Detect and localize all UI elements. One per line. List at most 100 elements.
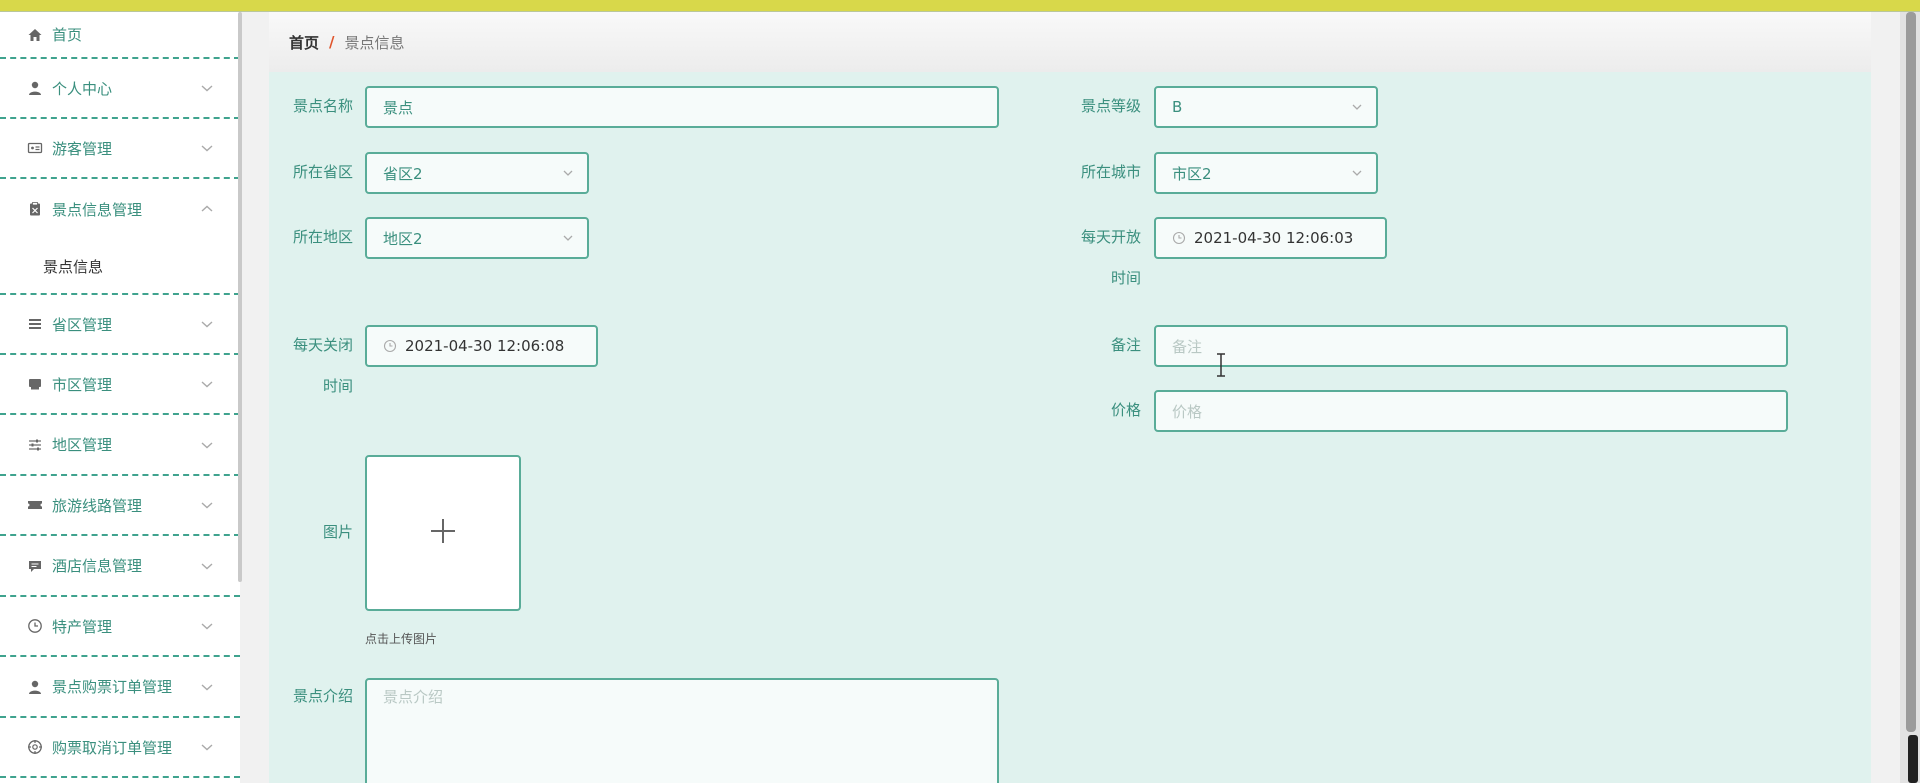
image-upload-button[interactable] bbox=[365, 455, 521, 611]
city-label: 所在城市 bbox=[1080, 163, 1141, 181]
sidebar-item-label: 首页 bbox=[52, 26, 83, 44]
chevron-down-icon bbox=[1350, 166, 1364, 180]
chevron-down-icon bbox=[198, 375, 216, 393]
target-icon bbox=[26, 738, 44, 756]
sidebar-item-label: 景点信息管理 bbox=[52, 200, 143, 219]
building-icon bbox=[26, 375, 44, 393]
sliders-icon bbox=[26, 436, 44, 454]
name-value: 景点 bbox=[383, 98, 414, 117]
chevron-down-icon bbox=[198, 139, 216, 157]
breadcrumb-home-link[interactable]: 首页 bbox=[289, 32, 319, 53]
chevron-down-icon bbox=[561, 166, 575, 180]
chevron-down-icon bbox=[561, 231, 575, 245]
chevron-down-icon bbox=[198, 678, 216, 696]
intro-placeholder: 景点介绍 bbox=[383, 688, 444, 706]
sidebar-item-attraction-management[interactable]: 景点信息管理 bbox=[0, 179, 240, 239]
list-icon bbox=[26, 315, 44, 333]
level-value: B bbox=[1172, 98, 1183, 116]
sidebar-item-label: 省区管理 bbox=[52, 315, 113, 334]
close-time-value: 2021-04-30 12:06:08 bbox=[405, 337, 565, 355]
price-placeholder: 价格 bbox=[1172, 402, 1203, 421]
province-label: 所在省区 bbox=[292, 163, 353, 181]
province-select[interactable]: 省区2 bbox=[365, 152, 589, 194]
close-time-label-line1: 每天关闭 bbox=[292, 336, 353, 354]
remark-input[interactable]: 备注 bbox=[1154, 325, 1788, 367]
clock-icon bbox=[383, 339, 397, 353]
chevron-down-icon bbox=[198, 79, 216, 97]
close-time-picker[interactable]: 2021-04-30 12:06:08 bbox=[365, 325, 598, 367]
chevron-down-icon bbox=[198, 436, 216, 454]
province-value: 省区2 bbox=[383, 164, 423, 183]
sidebar-item-district-management[interactable]: 地区管理 bbox=[0, 415, 240, 476]
sidebar-subitem-label: 景点信息 bbox=[43, 257, 104, 276]
message-icon bbox=[26, 557, 44, 575]
sidebar-item-visitor-management[interactable]: 游客管理 bbox=[0, 119, 240, 179]
remark-label: 备注 bbox=[1110, 336, 1141, 354]
user-icon bbox=[26, 678, 44, 696]
breadcrumb: 首页 / 景点信息 bbox=[269, 12, 1871, 72]
level-select[interactable]: B bbox=[1154, 86, 1378, 128]
chevron-down-icon bbox=[198, 617, 216, 635]
chevron-down-icon bbox=[1350, 100, 1364, 114]
page-scrollbar-thumb[interactable] bbox=[1906, 12, 1916, 732]
id-card-icon bbox=[26, 139, 44, 157]
sidebar-item-personal-center[interactable]: 个人中心 bbox=[0, 59, 240, 119]
sidebar-item-ticket-order-management[interactable]: 景点购票订单管理 bbox=[0, 657, 240, 718]
sidebar-item-cancel-order-management[interactable]: 购票取消订单管理 bbox=[0, 718, 240, 778]
price-label: 价格 bbox=[1110, 401, 1141, 419]
chevron-down-icon bbox=[198, 496, 216, 514]
open-time-label-line1: 每天开放 bbox=[1080, 228, 1141, 246]
sidebar-item-label: 酒店信息管理 bbox=[52, 557, 143, 575]
clock-icon bbox=[1172, 231, 1186, 245]
close-time-label-line2: 时间 bbox=[322, 377, 353, 395]
district-value: 地区2 bbox=[383, 229, 423, 248]
breadcrumb-separator: / bbox=[329, 33, 335, 51]
city-select[interactable]: 市区2 bbox=[1154, 152, 1378, 194]
clock-icon bbox=[26, 617, 44, 635]
chevron-down-icon bbox=[198, 738, 216, 756]
name-label: 景点名称 bbox=[292, 97, 353, 115]
district-label: 所在地区 bbox=[292, 228, 353, 246]
attraction-form: 景点名称 景点 景点等级 B 所在省区 省区2 所在城市 市区2 所在地区 地区… bbox=[269, 72, 1871, 783]
plus-icon bbox=[429, 517, 457, 549]
open-time-value: 2021-04-30 12:06:03 bbox=[1194, 229, 1354, 247]
level-label: 景点等级 bbox=[1080, 97, 1141, 115]
sidebar-item-home[interactable]: 首页 bbox=[0, 12, 240, 59]
sidebar-item-hotel-management[interactable]: 酒店信息管理 bbox=[0, 536, 240, 597]
remark-placeholder: 备注 bbox=[1172, 337, 1203, 356]
breadcrumb-current: 景点信息 bbox=[344, 33, 405, 52]
sidebar-item-label: 景点购票订单管理 bbox=[52, 678, 173, 696]
sidebar: 首页 个人中心 游客管理 景点信息管理 景点信息 省区管理 市区管理 地区管理 … bbox=[0, 12, 240, 783]
sidebar-item-label: 市区管理 bbox=[52, 375, 113, 394]
intro-label: 景点介绍 bbox=[292, 687, 353, 705]
open-time-picker[interactable]: 2021-04-30 12:06:03 bbox=[1154, 217, 1387, 259]
sidebar-item-label: 个人中心 bbox=[52, 79, 113, 98]
chevron-down-icon bbox=[198, 557, 216, 575]
sidebar-item-label: 购票取消订单管理 bbox=[52, 738, 173, 757]
page-scrollbar-end bbox=[1908, 735, 1918, 783]
sidebar-item-specialty-management[interactable]: 特产管理 bbox=[0, 597, 240, 657]
top-bar bbox=[0, 0, 1920, 11]
price-input[interactable]: 价格 bbox=[1154, 390, 1788, 432]
text-cursor-icon bbox=[1214, 352, 1228, 378]
sidebar-item-province-management[interactable]: 省区管理 bbox=[0, 295, 240, 355]
open-time-label-line2: 时间 bbox=[1110, 269, 1141, 287]
sidebar-item-label: 特产管理 bbox=[52, 617, 113, 636]
user-icon bbox=[26, 79, 44, 97]
sidebar-item-tour-route-management[interactable]: 旅游线路管理 bbox=[0, 476, 240, 536]
city-value: 市区2 bbox=[1172, 164, 1212, 183]
home-icon bbox=[26, 26, 44, 44]
district-select[interactable]: 地区2 bbox=[365, 217, 589, 259]
sidebar-scrollbar[interactable] bbox=[238, 12, 242, 582]
upload-hint: 点击上传图片 bbox=[365, 632, 438, 646]
image-label: 图片 bbox=[322, 523, 353, 541]
sidebar-item-label: 旅游线路管理 bbox=[52, 496, 143, 515]
chevron-up-icon bbox=[198, 200, 216, 218]
sidebar-subitem-attraction-info[interactable]: 景点信息 bbox=[0, 239, 240, 295]
sidebar-item-city-management[interactable]: 市区管理 bbox=[0, 355, 240, 415]
intro-textarea[interactable]: 景点介绍 bbox=[365, 678, 999, 783]
ticket-icon bbox=[26, 496, 44, 514]
clipboard-icon bbox=[26, 200, 44, 218]
chevron-down-icon bbox=[198, 315, 216, 333]
name-input[interactable]: 景点 bbox=[365, 86, 999, 128]
